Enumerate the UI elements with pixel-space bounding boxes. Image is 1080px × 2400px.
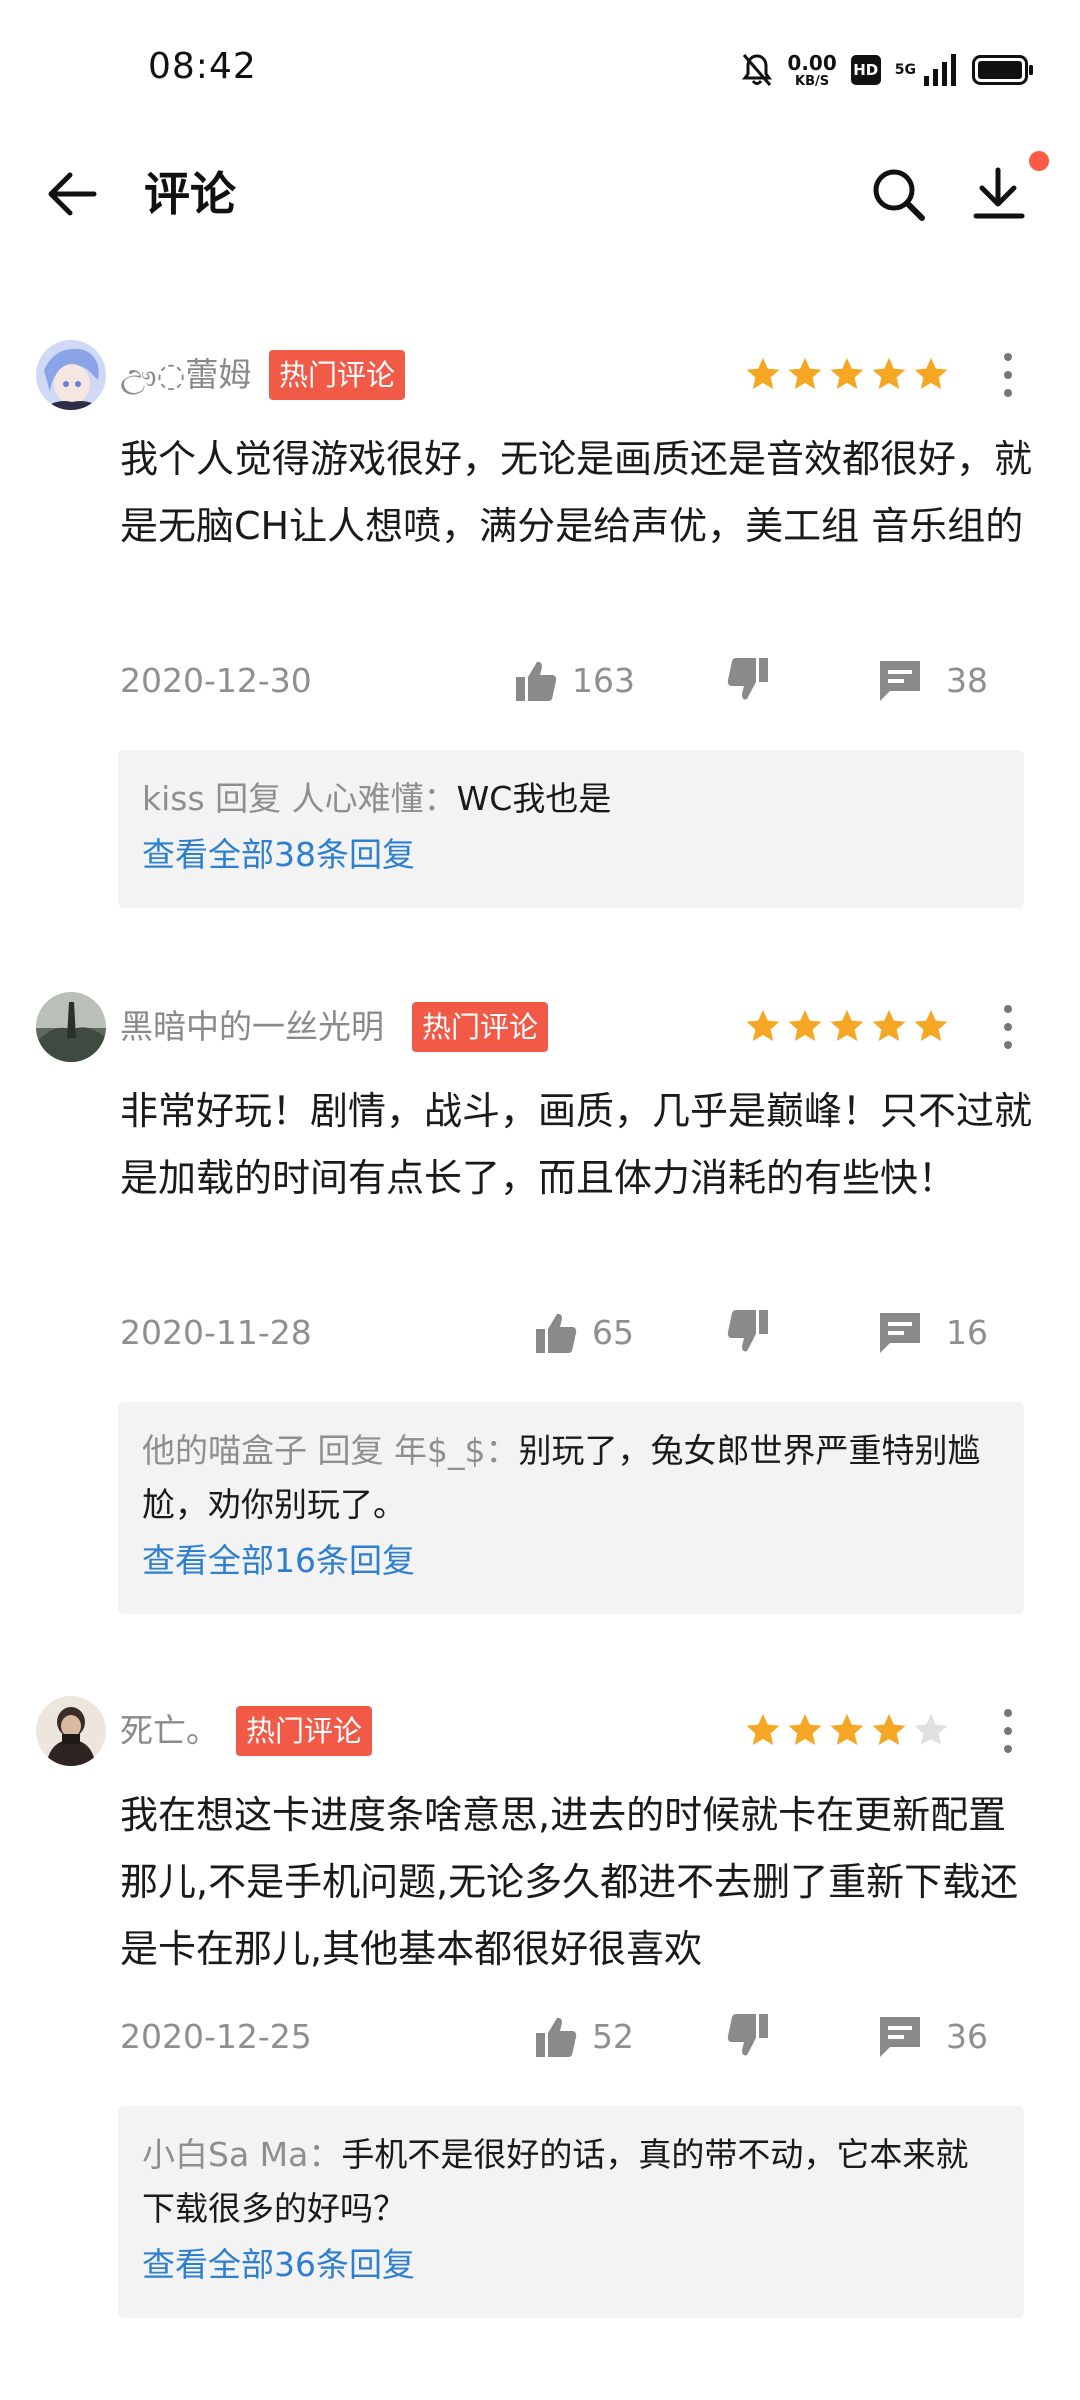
review-text: 我个人觉得游戏很好，无论是画质还是音效都很好，就是无脑CH让人想喷，满分是给声优… bbox=[120, 437, 1033, 548]
user-name[interactable]: 死亡。 bbox=[120, 1707, 219, 1755]
star-filled-icon bbox=[830, 1009, 864, 1042]
search-icon[interactable] bbox=[866, 162, 930, 226]
signal-icon bbox=[924, 54, 956, 86]
reply-count: 38 bbox=[946, 661, 988, 700]
avatar[interactable] bbox=[36, 1696, 106, 1766]
view-all-replies-link[interactable]: 查看全部16条回复 bbox=[142, 1532, 1000, 1590]
hd-badge: HD bbox=[850, 55, 881, 85]
star-filled-icon bbox=[788, 1713, 822, 1746]
net-speed-value: 0.00 bbox=[787, 50, 837, 75]
thumbs-up-icon bbox=[536, 2017, 577, 2057]
more-options-icon[interactable] bbox=[988, 1701, 1028, 1761]
view-all-replies-link[interactable]: 查看全部38条回复 bbox=[142, 826, 1000, 884]
reply-line: 他的喵盒子 回复 年$_$：别玩了，兔女郎世界严重特别尴尬，劝你别玩了。 bbox=[142, 1424, 1000, 1532]
review-text: 非常好玩！剧情，战斗，画质，几乎是巅峰！只不过就是加载的时间有点长了，而且体力消… bbox=[120, 1089, 1033, 1200]
status-time: 08:42 bbox=[148, 46, 257, 87]
comment-icon bbox=[880, 1313, 920, 1353]
star-filled-icon bbox=[872, 1009, 906, 1042]
like-count: 163 bbox=[572, 661, 635, 700]
more-options-icon[interactable] bbox=[988, 997, 1028, 1057]
like-count: 65 bbox=[592, 1313, 634, 1352]
app-header: 评论 bbox=[0, 140, 1080, 250]
review-date: 2020-12-25 bbox=[120, 2017, 312, 2056]
thumbs-down-icon[interactable] bbox=[718, 2012, 770, 2062]
download-icon[interactable] bbox=[968, 162, 1032, 226]
star-filled-icon bbox=[914, 1009, 948, 1042]
star-filled-icon bbox=[746, 1009, 780, 1042]
reply-button[interactable]: 16 bbox=[876, 1308, 988, 1358]
thumbs-up-icon bbox=[536, 1313, 577, 1353]
star-filled-icon bbox=[788, 357, 822, 390]
reply-line: 小白Sa Ma：手机不是很好的话，真的带不动，它本来就下载很多的好吗？ bbox=[142, 2128, 1000, 2236]
reply-author: kiss 回复 人心难懂： bbox=[142, 779, 457, 818]
comment-icon bbox=[880, 661, 920, 701]
back-arrow-icon[interactable] bbox=[40, 162, 104, 226]
user-name[interactable]: ඌ◌蕾姆 bbox=[120, 351, 251, 399]
avatar[interactable] bbox=[36, 340, 106, 410]
star-filled-icon bbox=[872, 1713, 906, 1746]
reply-preview[interactable]: 他的喵盒子 回复 年$_$：别玩了，兔女郎世界严重特别尴尬，劝你别玩了。 查看全… bbox=[118, 1402, 1024, 1614]
reply-author: 他的喵盒子 回复 年$_$： bbox=[142, 1431, 519, 1470]
page-title: 评论 bbox=[144, 167, 236, 221]
status-icons: 0.00 KB/S HD 5G bbox=[741, 48, 1034, 92]
star-filled-icon bbox=[788, 1009, 822, 1042]
star-rating bbox=[744, 1007, 950, 1047]
network-label: 5G bbox=[894, 62, 916, 78]
hot-comment-badge: 热门评论 bbox=[269, 350, 406, 400]
avatar[interactable] bbox=[36, 992, 106, 1062]
thumbs-down-icon[interactable] bbox=[718, 1308, 770, 1358]
thumbs-up-icon bbox=[516, 661, 557, 701]
net-speed: 0.00 KB/S bbox=[787, 53, 836, 88]
star-filled-icon bbox=[830, 357, 864, 390]
star-filled-icon bbox=[746, 357, 780, 390]
reply-button[interactable]: 38 bbox=[876, 656, 988, 706]
like-button[interactable]: 163 bbox=[514, 656, 635, 706]
battery-icon bbox=[972, 55, 1033, 85]
reply-count: 16 bbox=[946, 1313, 988, 1352]
more-options-icon[interactable] bbox=[988, 345, 1028, 405]
star-filled-icon bbox=[914, 357, 948, 390]
view-all-replies-link[interactable]: 查看全部36条回复 bbox=[142, 2236, 1000, 2294]
review-date: 2020-11-28 bbox=[120, 1313, 312, 1352]
thumbs-down-icon[interactable] bbox=[718, 656, 770, 706]
hot-comment-badge: 热门评论 bbox=[412, 1002, 549, 1052]
reply-author: 小白Sa Ma： bbox=[142, 2135, 342, 2174]
star-filled-icon bbox=[746, 1713, 780, 1746]
reply-line: kiss 回复 人心难懂：WC我也是 bbox=[142, 772, 1000, 826]
reply-content: WC我也是 bbox=[456, 779, 612, 818]
comment-icon bbox=[880, 2017, 920, 2057]
hot-comment-badge: 热门评论 bbox=[236, 1706, 373, 1756]
like-button[interactable]: 52 bbox=[534, 2012, 634, 2062]
review-date: 2020-12-30 bbox=[120, 661, 312, 700]
notification-dot bbox=[1029, 151, 1049, 171]
reply-preview[interactable]: kiss 回复 人心难懂：WC我也是 查看全部38条回复 bbox=[118, 750, 1024, 908]
star-filled-icon bbox=[830, 1713, 864, 1746]
reply-count: 36 bbox=[946, 2017, 988, 2056]
bell-off-icon bbox=[742, 54, 773, 86]
review-text: 我在想这卡进度条啥意思,进去的时候就卡在更新配置那儿,不是手机问题,无论多久都进… bbox=[120, 1793, 1019, 1971]
user-name[interactable]: 黑暗中的一丝光明 bbox=[120, 1003, 384, 1051]
like-count: 52 bbox=[592, 2017, 634, 2056]
like-button[interactable]: 65 bbox=[534, 1308, 634, 1358]
reply-button[interactable]: 36 bbox=[876, 2012, 988, 2062]
star-empty-icon bbox=[914, 1713, 948, 1746]
star-rating bbox=[744, 1711, 950, 1751]
network-type: 5G bbox=[895, 63, 916, 77]
star-filled-icon bbox=[872, 357, 906, 390]
star-rating bbox=[744, 355, 950, 395]
status-bar: 08:42 0.00 KB/S HD 5G bbox=[0, 0, 1080, 140]
reply-preview[interactable]: 小白Sa Ma：手机不是很好的话，真的带不动，它本来就下载很多的好吗？ 查看全部… bbox=[118, 2106, 1024, 2318]
net-speed-unit: KB/S bbox=[795, 73, 830, 89]
